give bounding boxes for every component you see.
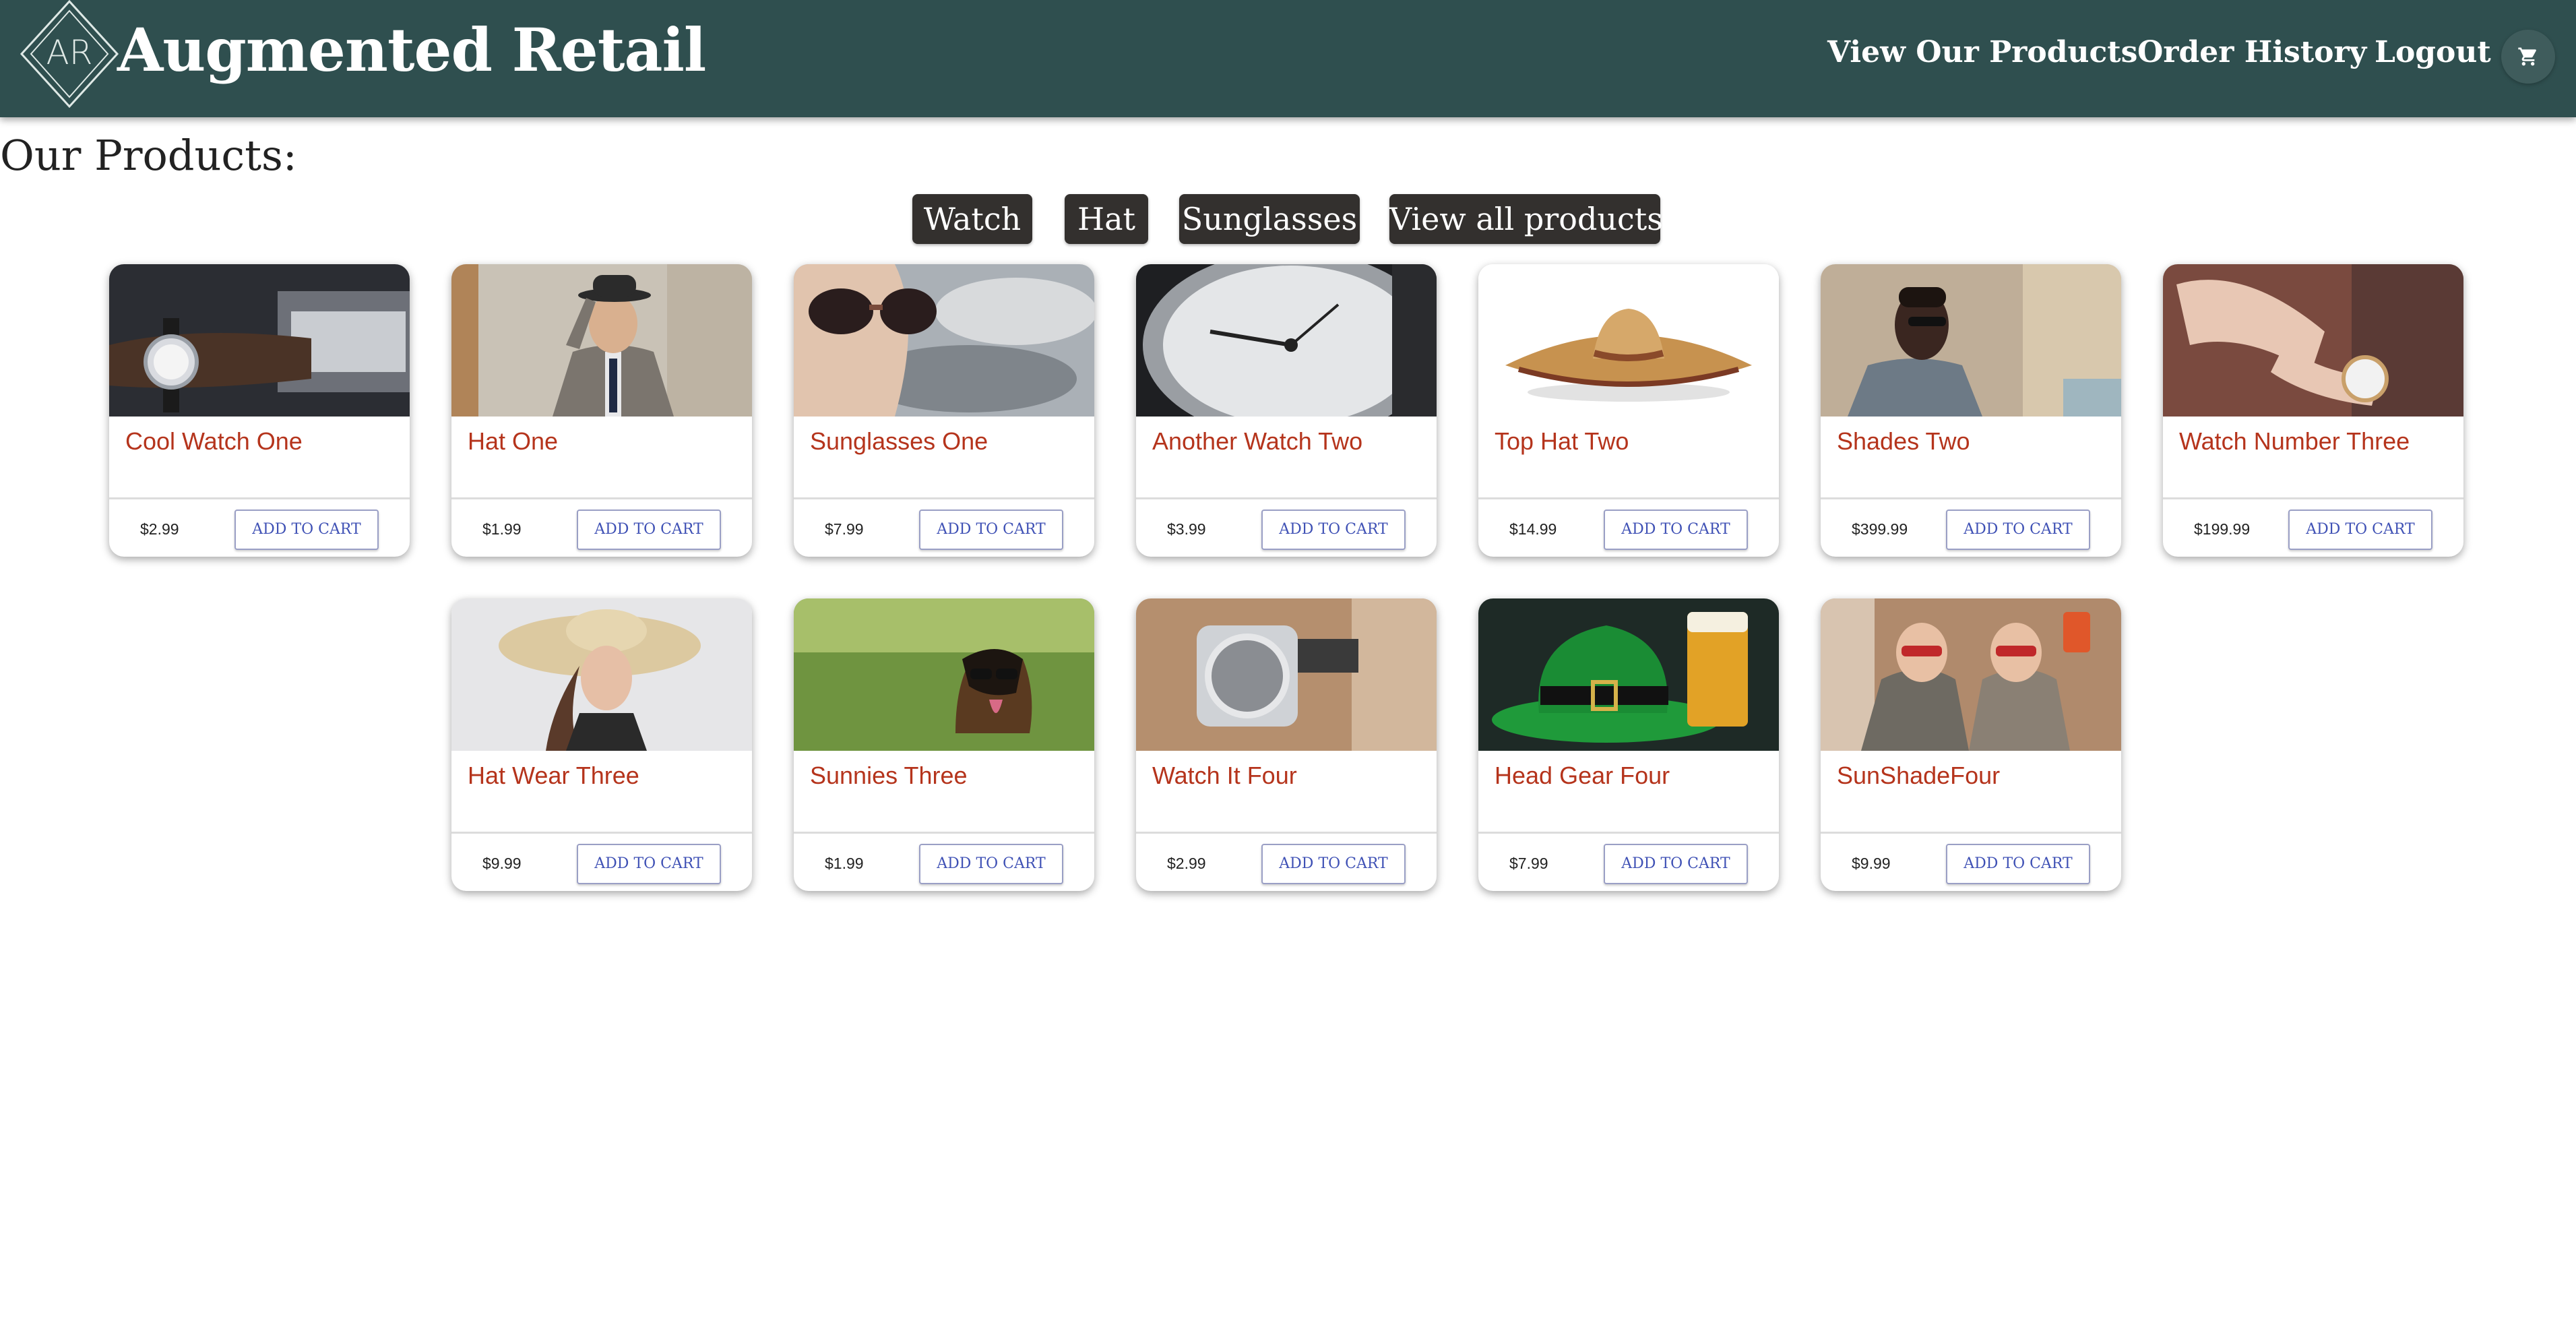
women-party-sunglasses-image[interactable] — [1821, 598, 2121, 751]
divider — [1478, 497, 1779, 499]
watch-mechanism-image[interactable] — [1136, 598, 1437, 751]
sombrero-image[interactable] — [1478, 264, 1779, 417]
man-in-bowler-hat-image[interactable] — [451, 264, 752, 417]
product-price: $14.99 — [1509, 520, 1557, 538]
product-name[interactable]: Another Watch Two — [1152, 427, 1430, 456]
add-to-cart-button[interactable]: ADD TO CART — [919, 844, 1063, 884]
product-name[interactable]: Hat One — [468, 427, 745, 456]
woman-wrist-watch-image[interactable] — [2163, 264, 2463, 417]
add-to-cart-button[interactable]: ADD TO CART — [2288, 510, 2432, 550]
woman-sun-hat-image[interactable] — [451, 598, 752, 751]
product-price: $3.99 — [1167, 520, 1206, 538]
product-price: $9.99 — [1852, 855, 1891, 872]
product-name[interactable]: Hat Wear Three — [468, 762, 745, 790]
product-card[interactable]: SunShadeFour $9.99 ADD TO CART — [1821, 598, 2121, 891]
add-to-cart-button[interactable]: ADD TO CART — [1946, 510, 2090, 550]
brand-title[interactable]: Augmented Retail — [117, 15, 706, 85]
product-price: $9.99 — [482, 855, 522, 872]
product-card[interactable]: Hat Wear Three $9.99 ADD TO CART — [451, 598, 752, 891]
product-name[interactable]: Head Gear Four — [1495, 762, 1772, 790]
product-name[interactable]: Shades Two — [1837, 427, 2114, 456]
filter-watch-button[interactable]: Watch — [912, 194, 1032, 244]
shopping-cart-icon — [2518, 47, 2536, 66]
woman-sunglasses-image[interactable] — [794, 264, 1094, 417]
product-card[interactable]: Watch It Four $2.99 ADD TO CART — [1136, 598, 1437, 891]
product-price: $1.99 — [825, 855, 864, 872]
product-card[interactable]: Head Gear Four $7.99 ADD TO CART — [1478, 598, 1779, 891]
divider — [451, 497, 752, 499]
add-to-cart-button[interactable]: ADD TO CART — [919, 510, 1063, 550]
product-price: $7.99 — [825, 520, 864, 538]
product-name[interactable]: Top Hat Two — [1495, 427, 1772, 456]
divider — [1821, 497, 2121, 499]
divider — [1136, 497, 1437, 499]
divider — [794, 832, 1094, 834]
filter-sunglasses-button[interactable]: Sunglasses — [1179, 194, 1360, 244]
divider — [109, 497, 410, 499]
filter-hat-button[interactable]: Hat — [1065, 194, 1148, 244]
green-hat-beer-image[interactable] — [1478, 598, 1779, 751]
product-price: $2.99 — [1167, 855, 1206, 872]
product-name[interactable]: Sunglasses One — [810, 427, 1088, 456]
product-card[interactable]: Cool Watch One $2.99 ADD TO CART — [109, 264, 410, 557]
add-to-cart-button[interactable]: ADD TO CART — [1261, 510, 1406, 550]
product-price: $399.99 — [1852, 520, 1908, 538]
filter-all-products-button[interactable]: View all products — [1389, 194, 1663, 244]
product-price: $7.99 — [1509, 855, 1548, 872]
product-name[interactable]: Watch It Four — [1152, 762, 1430, 790]
product-card[interactable]: Sunglasses One $7.99 ADD TO CART — [794, 264, 1094, 557]
product-name[interactable]: SunShadeFour — [1837, 762, 2114, 790]
divider — [1478, 832, 1779, 834]
nav-order-history[interactable]: Order History — [2137, 35, 2366, 69]
add-to-cart-button[interactable]: ADD TO CART — [577, 844, 721, 884]
dog-sunglasses-image[interactable] — [794, 598, 1094, 751]
product-name[interactable]: Sunnies Three — [810, 762, 1088, 790]
product-card[interactable]: Top Hat Two $14.99 ADD TO CART — [1478, 264, 1779, 557]
add-to-cart-button[interactable]: ADD TO CART — [1946, 844, 2090, 884]
product-card[interactable]: Watch Number Three $199.99 ADD TO CART — [2163, 264, 2463, 557]
add-to-cart-button[interactable]: ADD TO CART — [1604, 844, 1748, 884]
logo-letters: AR — [46, 33, 93, 72]
add-to-cart-button[interactable]: ADD TO CART — [577, 510, 721, 550]
add-to-cart-button[interactable]: ADD TO CART — [1604, 510, 1748, 550]
divider — [2163, 497, 2463, 499]
watch-on-wrist-image[interactable] — [109, 264, 410, 417]
divider — [451, 832, 752, 834]
logo[interactable]: AR — [19, 0, 120, 109]
product-card[interactable]: Shades Two $399.99 ADD TO CART — [1821, 264, 2121, 557]
product-card[interactable]: Another Watch Two $3.99 ADD TO CART — [1136, 264, 1437, 557]
top-navbar: AR Augmented Retail View Our Products Or… — [0, 0, 2576, 117]
nav-view-products[interactable]: View Our Products — [1827, 35, 2137, 69]
divider — [1821, 832, 2121, 834]
add-to-cart-button[interactable]: ADD TO CART — [234, 510, 379, 550]
divider — [1136, 832, 1437, 834]
add-to-cart-button[interactable]: ADD TO CART — [1261, 844, 1406, 884]
cart-button[interactable] — [2501, 30, 2555, 84]
product-price: $2.99 — [140, 520, 179, 538]
pocket-watch-image[interactable] — [1136, 264, 1437, 417]
product-name[interactable]: Watch Number Three — [2179, 427, 2457, 456]
product-name[interactable]: Cool Watch One — [125, 427, 403, 456]
man-in-shades-image[interactable] — [1821, 264, 2121, 417]
product-card[interactable]: Sunnies Three $1.99 ADD TO CART — [794, 598, 1094, 891]
divider — [794, 497, 1094, 499]
product-price: $199.99 — [2194, 520, 2251, 538]
product-price: $1.99 — [482, 520, 522, 538]
nav-logout[interactable]: Logout — [2375, 35, 2491, 69]
product-card[interactable]: Hat One $1.99 ADD TO CART — [451, 264, 752, 557]
page-title: Our Products: — [0, 131, 297, 180]
